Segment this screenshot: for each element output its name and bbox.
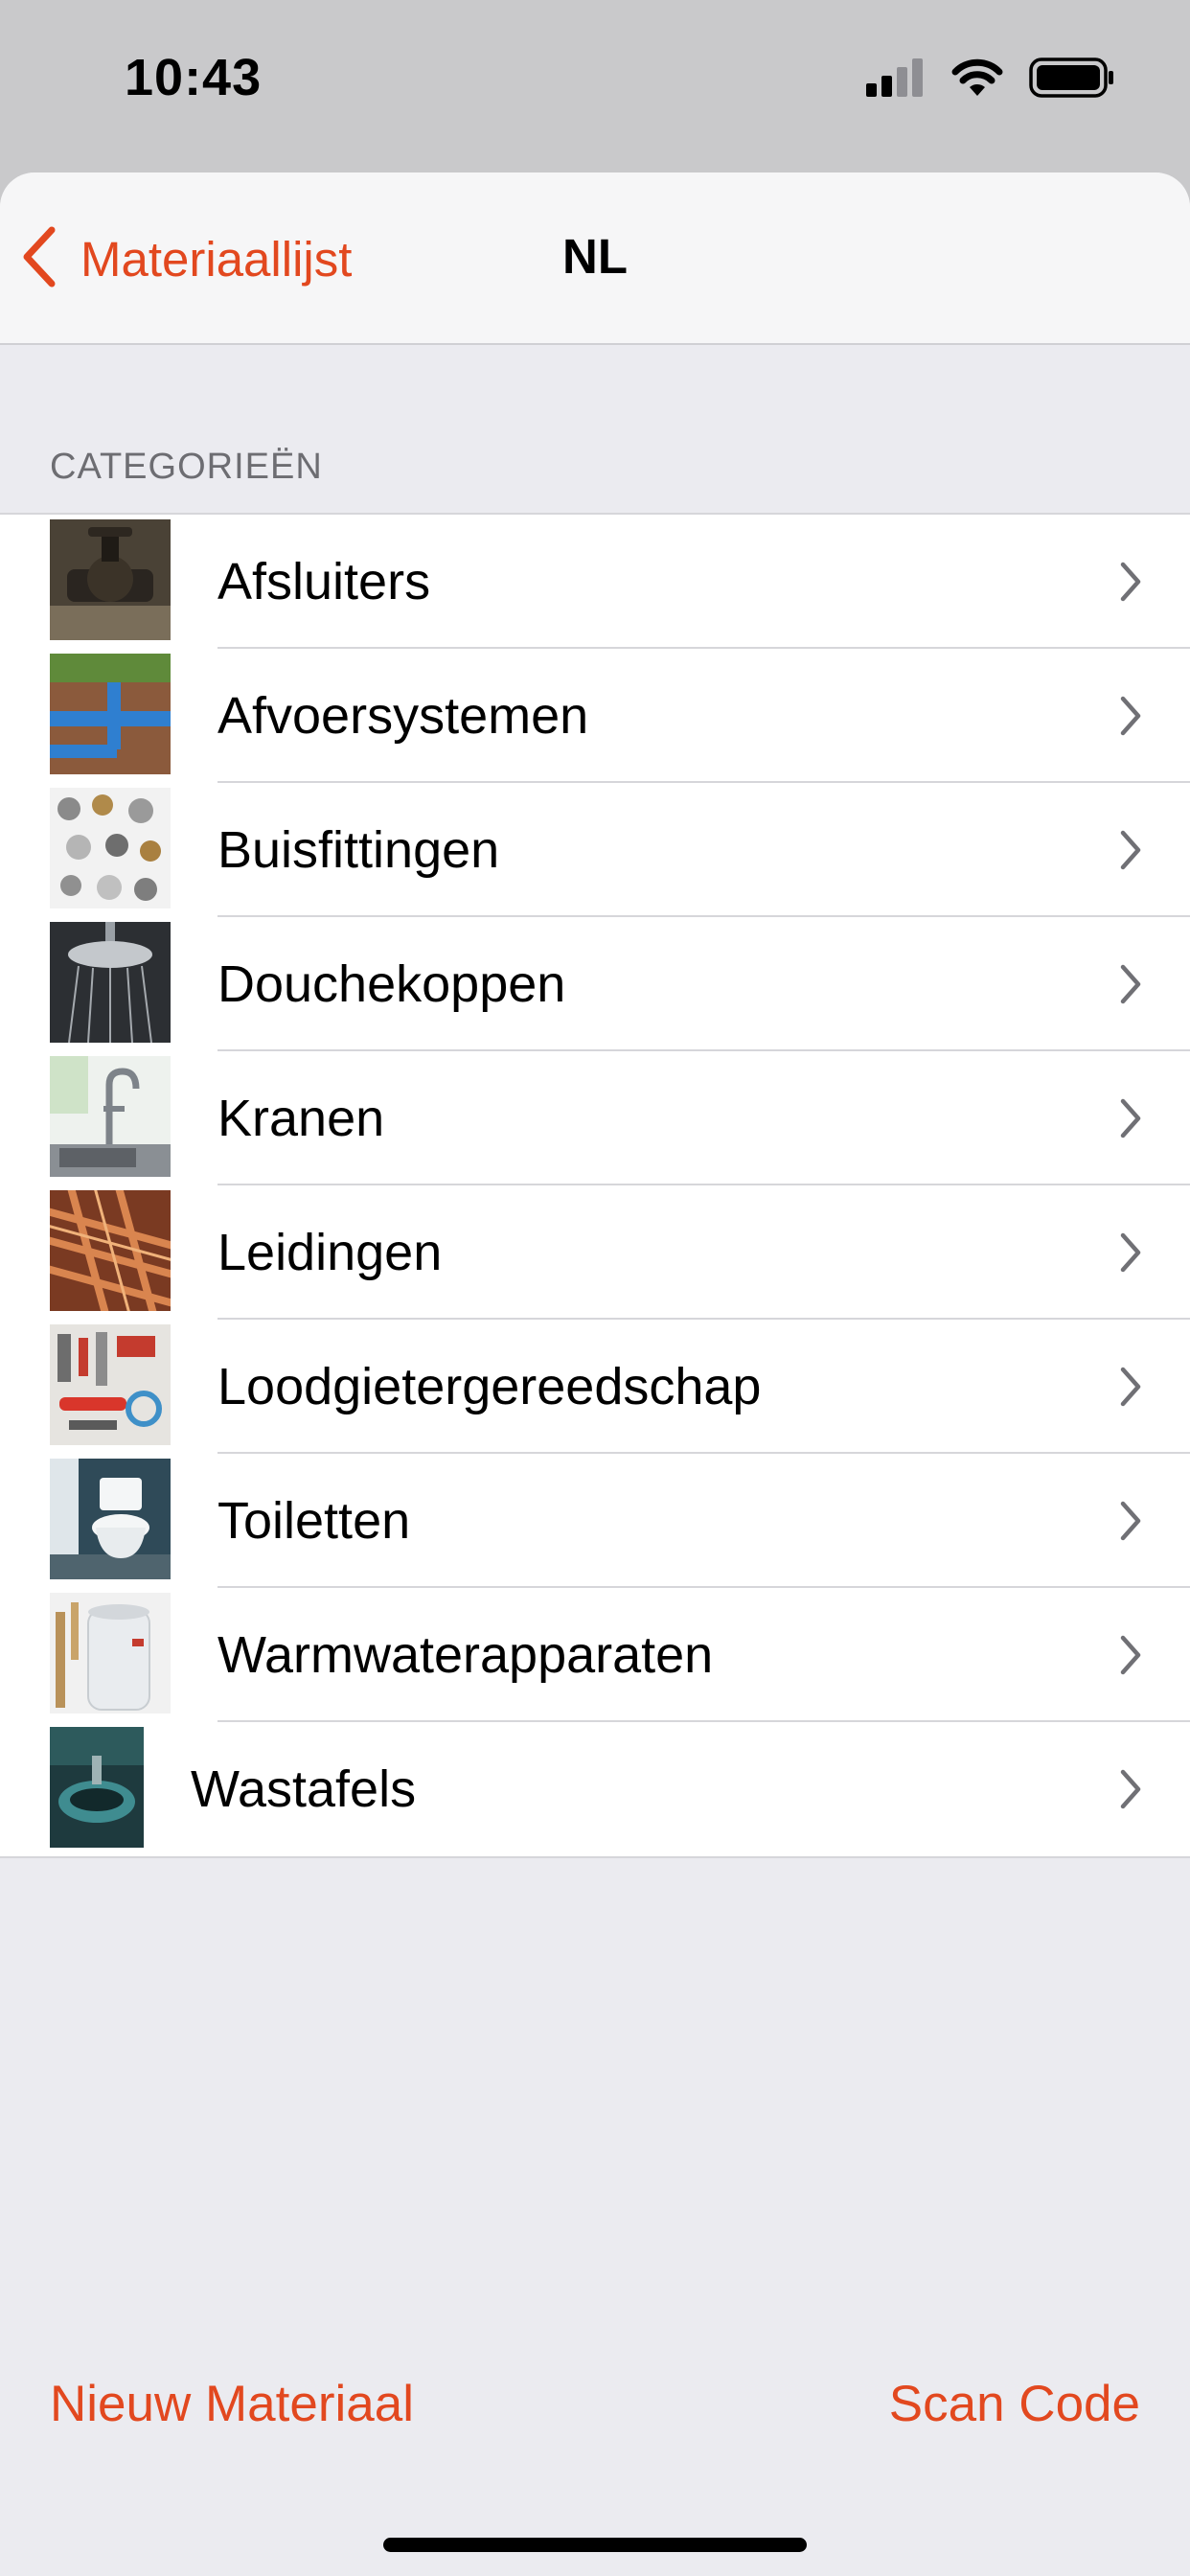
- section-header: CATEGORIEËN: [50, 447, 323, 487]
- chevron-right-icon: [1119, 1097, 1142, 1139]
- list-item[interactable]: Kranen: [0, 1051, 1190, 1185]
- list-item[interactable]: Wastafels: [0, 1722, 1190, 1856]
- list-item-label: Afsluiters: [217, 553, 431, 610]
- battery-icon: [1029, 57, 1113, 103]
- status-icons: [866, 56, 1113, 104]
- toilet-thumbnail: [50, 1459, 171, 1579]
- copper-pipes-thumbnail: [50, 1190, 171, 1311]
- list-item-label: Leidingen: [217, 1224, 443, 1281]
- list-item[interactable]: Warmwaterapparaten: [0, 1588, 1190, 1722]
- navigation-bar: Materiaallijst NL: [0, 172, 1190, 345]
- chevron-right-icon: [1119, 1500, 1142, 1542]
- chevron-right-icon: [1119, 561, 1142, 603]
- shower-head-thumbnail: [50, 922, 171, 1043]
- page-title: NL: [562, 229, 628, 284]
- home-indicator[interactable]: [383, 2538, 807, 2552]
- wifi-icon: [950, 58, 1004, 103]
- status-time: 10:43: [125, 49, 263, 106]
- list-item-label: Kranen: [217, 1090, 385, 1147]
- status-bar: 10:43: [0, 0, 1190, 172]
- list-item-label: Douchekoppen: [217, 955, 566, 1013]
- chevron-right-icon: [1119, 829, 1142, 871]
- list-item-label: Loodgietergereedschap: [217, 1358, 762, 1415]
- list-item[interactable]: Afsluiters: [0, 515, 1190, 649]
- list-item-label: Wastafels: [191, 1760, 417, 1818]
- list-item[interactable]: Toiletten: [0, 1454, 1190, 1588]
- list-item-label: Toiletten: [217, 1492, 411, 1550]
- water-heater-thumbnail: [50, 1593, 171, 1714]
- list-item-label: Afvoersystemen: [217, 687, 589, 745]
- list-item-label: Buisfittingen: [217, 821, 500, 879]
- sheet: Materiaallijst NL CATEGORIEËN Afsluiters…: [0, 172, 1190, 2576]
- faucet-thumbnail: [50, 1056, 171, 1177]
- chevron-right-icon: [1119, 963, 1142, 1005]
- pipe-fittings-thumbnail: [50, 788, 171, 908]
- new-material-button[interactable]: Nieuw Materiaal: [50, 2375, 414, 2433]
- list-item[interactable]: Douchekoppen: [0, 917, 1190, 1051]
- list-item[interactable]: Buisfittingen: [0, 783, 1190, 917]
- list-item[interactable]: Leidingen: [0, 1185, 1190, 1320]
- list-item[interactable]: Loodgietergereedschap: [0, 1320, 1190, 1454]
- cellular-signal-icon: [866, 58, 926, 102]
- list-item[interactable]: Afvoersystemen: [0, 649, 1190, 783]
- category-list: Afsluiters Afvoersystemen Buisfittingen: [0, 513, 1190, 1858]
- chevron-right-icon: [1119, 695, 1142, 737]
- chevron-right-icon: [1119, 1634, 1142, 1676]
- chevron-right-icon: [1119, 1768, 1142, 1810]
- list-item-label: Warmwaterapparaten: [217, 1626, 714, 1684]
- scan-code-button[interactable]: Scan Code: [889, 2375, 1140, 2433]
- valve-thumbnail: [50, 519, 171, 640]
- chevron-right-icon: [1119, 1366, 1142, 1408]
- sink-thumbnail: [50, 1727, 144, 1848]
- plumbing-tools-thumbnail: [50, 1324, 171, 1445]
- chevron-right-icon: [1119, 1231, 1142, 1274]
- drainage-thumbnail: [50, 654, 171, 774]
